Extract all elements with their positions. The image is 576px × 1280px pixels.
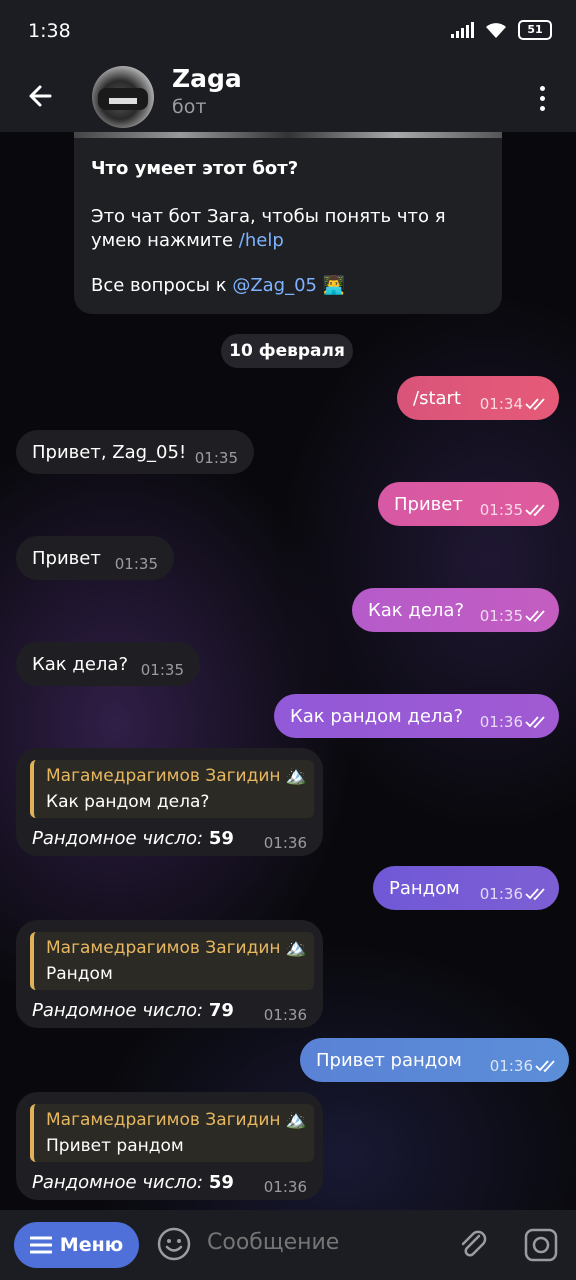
chat-subtitle: бот xyxy=(172,96,207,118)
technologist-emoji: 👨‍💻 xyxy=(322,275,346,296)
composer-bar: Меню xyxy=(0,1210,576,1280)
random-number: 79 xyxy=(208,1000,234,1021)
bot-info-image xyxy=(74,132,502,138)
signal-icon xyxy=(451,22,474,38)
bot-menu-button[interactable]: Меню xyxy=(14,1222,139,1268)
message-time: 01:36 xyxy=(263,1006,307,1024)
outgoing-message[interactable]: Привет рандом 01:36 xyxy=(300,1038,569,1082)
outgoing-message[interactable]: Рандом 01:36 xyxy=(373,866,559,910)
read-ticks-icon xyxy=(535,1060,555,1073)
reply-text: Привет рандом xyxy=(46,1136,184,1156)
reply-author: Магамедрагимов Загидин 🏔️ xyxy=(46,938,308,958)
incoming-reply-message[interactable]: Магамедрагимов Загидин 🏔️ Как рандом дел… xyxy=(16,748,323,856)
message-time: 01:36 xyxy=(263,834,307,852)
status-time: 1:38 xyxy=(28,20,71,42)
contact-link[interactable]: @Zag_05 xyxy=(232,275,317,296)
message-text: Привет xyxy=(32,548,101,569)
wifi-icon xyxy=(486,23,506,38)
bot-info-card: Что умеет этот бот? Это чат бот Зага, чт… xyxy=(74,132,502,314)
random-number-line: Рандомное число: 59 xyxy=(32,828,234,849)
back-arrow-icon[interactable] xyxy=(22,76,62,116)
outgoing-message[interactable]: Как рандом дела? 01:36 xyxy=(274,694,559,738)
message-time: 01:36 xyxy=(263,1178,307,1196)
message-text: Как дела? xyxy=(368,600,465,621)
message-text: Привет рандом xyxy=(316,1050,462,1071)
incoming-message[interactable]: Привет, Zag_05! 01:35 xyxy=(16,430,254,474)
bot-info-description: Это чат бот Зага, чтобы понять что я уме… xyxy=(91,206,446,251)
incoming-reply-message[interactable]: Магамедрагимов Загидин 🏔️ Рандом Рандомн… xyxy=(16,920,323,1028)
message-time: 01:34 xyxy=(479,395,523,413)
random-number: 59 xyxy=(208,1172,234,1193)
read-ticks-icon xyxy=(525,716,545,729)
read-ticks-icon xyxy=(525,504,545,517)
message-time: 01:36 xyxy=(479,885,523,903)
more-options-icon[interactable] xyxy=(530,78,554,118)
bot-avatar[interactable] xyxy=(92,66,154,128)
message-text: Привет xyxy=(394,494,463,515)
message-time: 01:36 xyxy=(489,1057,533,1075)
outgoing-message[interactable]: /start 01:34 xyxy=(397,376,559,420)
reply-text: Рандом xyxy=(46,964,113,984)
random-number-line: Рандомное число: 79 xyxy=(32,1000,234,1021)
menu-label: Меню xyxy=(59,1234,124,1256)
camera-icon[interactable] xyxy=(522,1226,560,1264)
hamburger-icon xyxy=(29,1236,52,1254)
random-number: 59 xyxy=(208,828,234,849)
message-text: Рандом xyxy=(389,878,460,899)
emoji-icon[interactable] xyxy=(156,1226,192,1262)
message-text: Как дела? xyxy=(32,654,129,675)
chat-title[interactable]: Zaga xyxy=(172,64,242,93)
reply-author: Магамедрагимов Загидин 🏔️ xyxy=(46,766,308,786)
status-icons: 51 xyxy=(451,20,552,40)
incoming-reply-message[interactable]: Магамедрагимов Загидин 🏔️ Привет рандом … xyxy=(16,1092,323,1200)
read-ticks-icon xyxy=(525,398,545,411)
reply-text: Как рандом дела? xyxy=(46,792,210,812)
message-time: 01:35 xyxy=(194,449,238,467)
outgoing-message[interactable]: Привет 01:35 xyxy=(378,482,559,526)
outgoing-message[interactable]: Как дела? 01:35 xyxy=(352,588,559,632)
reply-quote[interactable]: Магамедрагимов Загидин 🏔️ Рандом xyxy=(30,932,314,990)
reply-quote[interactable]: Магамедрагимов Загидин 🏔️ Как рандом дел… xyxy=(30,760,314,818)
message-text: /start xyxy=(413,388,461,409)
bot-info-heading: Что умеет этот бот? xyxy=(91,158,299,179)
reply-author: Магамедрагимов Загидин 🏔️ xyxy=(46,1110,308,1130)
message-text: Как рандом дела? xyxy=(290,706,463,727)
incoming-message[interactable]: Как дела? 01:35 xyxy=(16,642,200,686)
random-number-line: Рандомное число: 59 xyxy=(32,1172,234,1193)
read-ticks-icon xyxy=(525,610,545,623)
reply-quote[interactable]: Магамедрагимов Загидин 🏔️ Привет рандом xyxy=(30,1104,314,1162)
bot-info-contact: Все вопросы к @Zag_05 👨‍💻 xyxy=(91,275,346,296)
message-time: 01:35 xyxy=(479,501,523,519)
help-link[interactable]: /help xyxy=(239,230,284,251)
status-bar: 1:38 51 xyxy=(0,0,576,62)
message-time: 01:36 xyxy=(479,713,523,731)
attach-icon[interactable] xyxy=(455,1226,491,1262)
message-text: Привет, Zag_05! xyxy=(32,442,187,463)
date-separator: 10 февраля xyxy=(221,334,353,368)
message-time: 01:35 xyxy=(114,555,158,573)
message-time: 01:35 xyxy=(479,607,523,625)
message-input[interactable] xyxy=(207,1230,437,1255)
incoming-message[interactable]: Привет 01:35 xyxy=(16,536,174,580)
read-ticks-icon xyxy=(525,888,545,901)
battery-indicator: 51 xyxy=(518,20,552,40)
message-time: 01:35 xyxy=(140,661,184,679)
chat-header: Zaga бот xyxy=(0,62,576,132)
